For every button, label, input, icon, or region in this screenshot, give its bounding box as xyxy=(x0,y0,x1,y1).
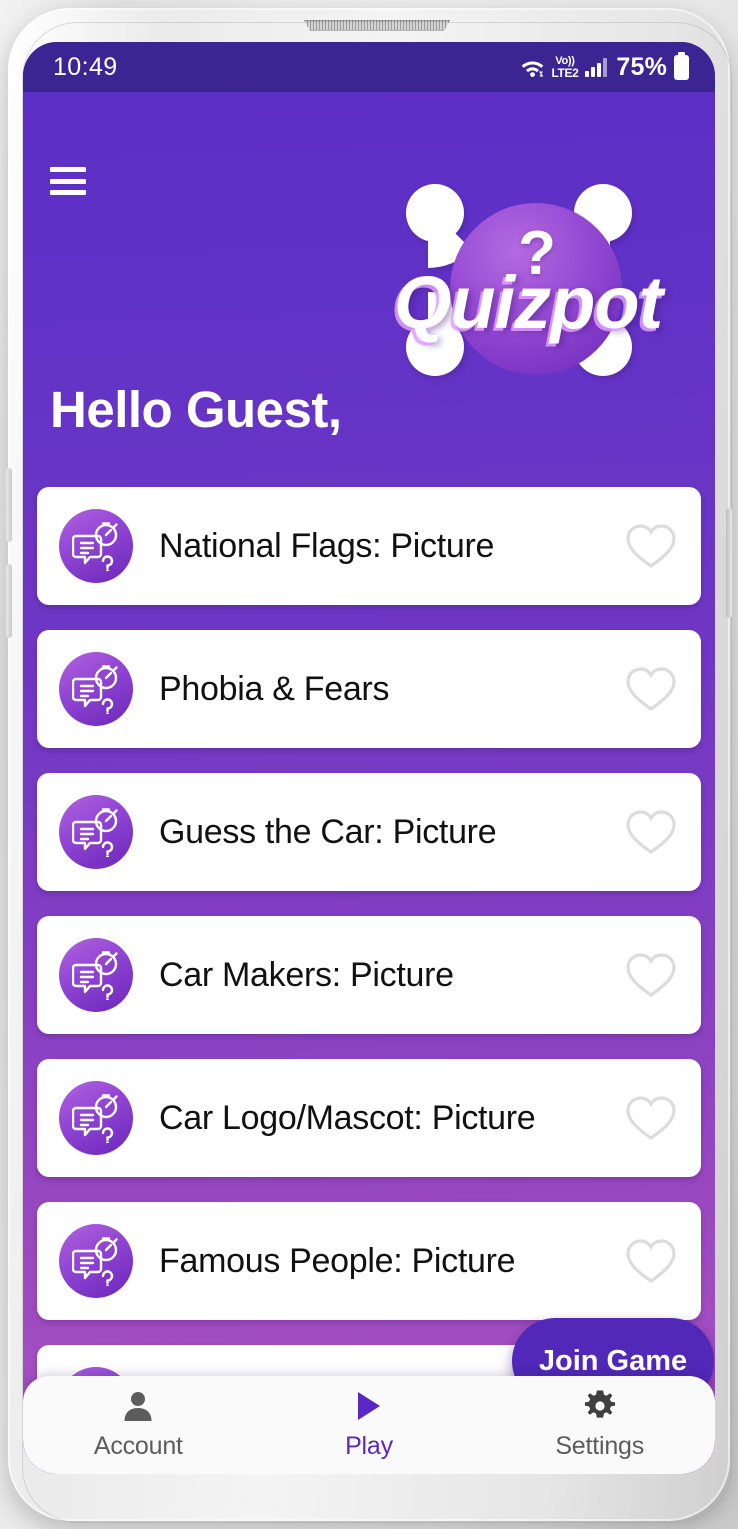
person-icon xyxy=(123,1389,153,1423)
nav-item-label: Play xyxy=(345,1432,393,1460)
heart-outline-icon[interactable] xyxy=(625,522,677,570)
volte-top-label: Vo)) xyxy=(555,54,575,67)
hamburger-menu-icon[interactable] xyxy=(50,167,86,195)
nav-item-settings[interactable]: Settings xyxy=(484,1389,715,1461)
quiz-timer-icon xyxy=(59,795,133,869)
power-button[interactable] xyxy=(726,508,732,618)
quiz-card[interactable]: National Flags: Picture xyxy=(37,487,701,605)
heart-outline-icon[interactable] xyxy=(625,808,677,856)
bottom-navigation-bar: Account Play Settings xyxy=(23,1376,715,1474)
logo-wordmark: Quizpot xyxy=(393,261,663,344)
heart-outline-icon[interactable] xyxy=(625,1094,677,1142)
quiz-timer-icon xyxy=(59,938,133,1012)
quiz-card[interactable]: Car Makers: Picture xyxy=(37,916,701,1034)
heart-outline-icon[interactable] xyxy=(625,1237,677,1285)
nav-item-label: Settings xyxy=(555,1432,645,1460)
quiz-card-title: Famous People: Picture xyxy=(159,1241,516,1280)
app-logo: ? Quizpot xyxy=(378,170,678,390)
quiz-timer-icon xyxy=(59,1224,133,1298)
quiz-card-title: Guess the Car: Picture xyxy=(159,812,497,851)
volume-down-button[interactable] xyxy=(6,564,12,638)
play-triangle-icon xyxy=(355,1389,383,1423)
quiz-card[interactable]: Car Logo/Mascot: Picture xyxy=(37,1059,701,1177)
quiz-timer-icon xyxy=(59,1081,133,1155)
quiz-card[interactable]: Phobia & Fears xyxy=(37,630,701,748)
volume-up-button[interactable] xyxy=(6,468,12,542)
quiz-timer-icon xyxy=(59,652,133,726)
wifi-icon xyxy=(519,55,546,79)
earpiece-speaker-icon xyxy=(304,20,450,31)
volte-icon: Vo)) LTE2 xyxy=(551,54,579,80)
quiz-timer-icon xyxy=(59,509,133,583)
status-bar-clock: 10:49 xyxy=(53,52,118,81)
status-bar: 10:49 Vo)) LTE2 75% xyxy=(23,42,715,92)
battery-percent-label: 75% xyxy=(616,52,667,81)
nav-item-play[interactable]: Play xyxy=(254,1389,485,1461)
phone-screen: 10:49 Vo)) LTE2 75% ? Quizpot Hello Gues… xyxy=(23,42,715,1474)
quiz-card[interactable]: Guess the Car: Picture xyxy=(37,773,701,891)
quiz-card-title: Phobia & Fears xyxy=(159,669,390,708)
nav-item-account[interactable]: Account xyxy=(23,1389,254,1461)
greeting-text: Hello Guest, xyxy=(50,381,342,438)
hamburger-bar xyxy=(50,178,86,184)
app-content: ? Quizpot Hello Guest, National Flags: P… xyxy=(23,92,715,1474)
nav-item-label: Account xyxy=(93,1432,183,1460)
volte-bottom-label: LTE2 xyxy=(551,65,579,80)
battery-icon xyxy=(674,51,689,80)
heart-outline-icon[interactable] xyxy=(625,665,677,713)
signal-bars-icon xyxy=(585,57,608,77)
quiz-card-title: Car Logo/Mascot: Picture xyxy=(159,1098,536,1137)
logo-petal-top-left-icon xyxy=(406,184,464,242)
quiz-card-title: Car Makers: Picture xyxy=(159,955,454,994)
hamburger-bar xyxy=(50,190,86,195)
quiz-card[interactable]: Famous People: Picture xyxy=(37,1202,701,1320)
device-frame: 10:49 Vo)) LTE2 75% ? Quizpot Hello Gues… xyxy=(0,0,738,1529)
status-bar-icons: Vo)) LTE2 75% xyxy=(519,51,689,82)
heart-outline-icon[interactable] xyxy=(625,951,677,999)
quiz-card-title: National Flags: Picture xyxy=(159,526,495,565)
quiz-list[interactable]: National Flags: Picture Phobia & Fears G… xyxy=(23,487,715,1417)
gear-icon xyxy=(584,1389,616,1423)
hamburger-bar xyxy=(50,167,86,172)
